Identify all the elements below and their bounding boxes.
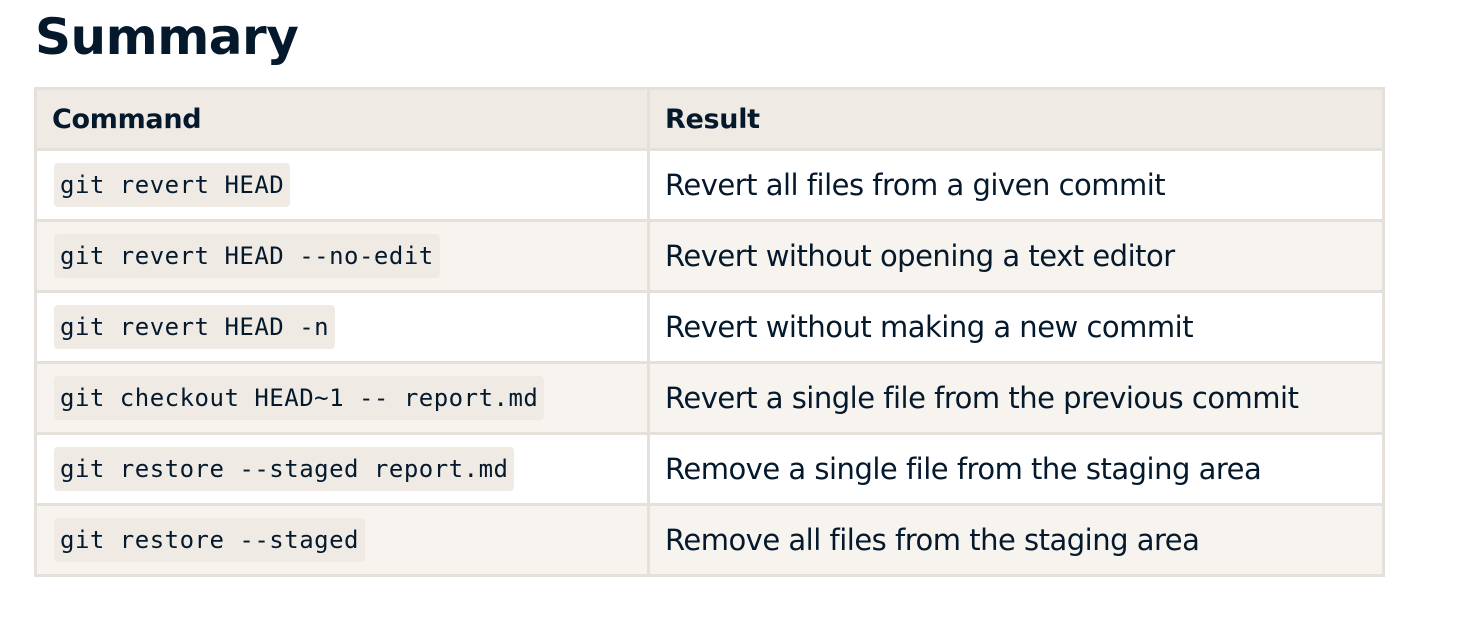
command-cell: git restore --staged report.md <box>34 432 650 506</box>
result-cell: Revert without opening a text editor <box>647 219 1385 293</box>
command-cell: git restore --staged <box>34 503 650 577</box>
table-row: git checkout HEAD~1 -- report.md Revert … <box>34 361 1385 435</box>
command-cell: git revert HEAD --no-edit <box>34 219 650 293</box>
table-row: git restore --staged Remove all files fr… <box>34 503 1385 577</box>
command-cell: git revert HEAD -n <box>34 290 650 364</box>
command-code: git checkout HEAD~1 -- report.md <box>54 376 545 420</box>
summary-table: Command Result git revert HEAD Revert al… <box>34 87 1385 577</box>
table-row: git restore --staged report.md Remove a … <box>34 432 1385 506</box>
table-header-row: Command Result <box>34 87 1385 151</box>
table-row: git revert HEAD Revert all files from a … <box>34 148 1385 222</box>
table-row: git revert HEAD -n Revert without making… <box>34 290 1385 364</box>
result-cell: Revert a single file from the previous c… <box>647 361 1385 435</box>
column-header-command: Command <box>34 87 650 151</box>
command-code: git restore --staged report.md <box>54 447 515 491</box>
result-cell: Remove a single file from the staging ar… <box>647 432 1385 506</box>
command-code: git revert HEAD --no-edit <box>54 234 440 278</box>
command-code: git restore --staged <box>54 518 365 562</box>
result-cell: Remove all files from the staging area <box>647 503 1385 577</box>
table-row: git revert HEAD --no-edit Revert without… <box>34 219 1385 293</box>
result-cell: Revert without making a new commit <box>647 290 1385 364</box>
command-code: git revert HEAD -n <box>54 305 336 349</box>
command-cell: git revert HEAD <box>34 148 650 222</box>
column-header-result: Result <box>647 87 1385 151</box>
command-code: git revert HEAD <box>54 163 291 207</box>
page-title: Summary <box>35 8 299 66</box>
command-cell: git checkout HEAD~1 -- report.md <box>34 361 650 435</box>
result-cell: Revert all files from a given commit <box>647 148 1385 222</box>
